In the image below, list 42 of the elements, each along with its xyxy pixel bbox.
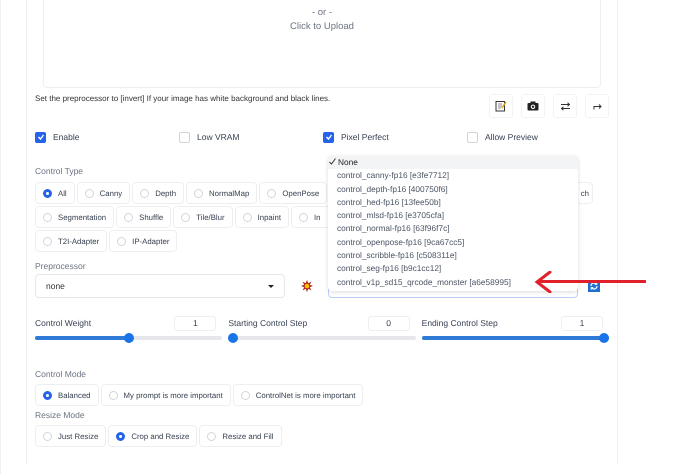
- notepad-icon: [495, 100, 507, 112]
- dropdown-option[interactable]: control_canny-fp16 [e3fe7712]: [328, 169, 578, 183]
- checkbox-label: Allow Preview: [485, 132, 538, 142]
- dropdown-option[interactable]: control_scribble-fp16 [c508311e]: [328, 249, 578, 262]
- number-field[interactable]: 1: [560, 316, 603, 330]
- checkbox-label: Pixel Perfect: [341, 132, 389, 142]
- slider[interactable]: [422, 333, 609, 343]
- caret-icon: [268, 284, 274, 288]
- upload-or-text: - or -: [312, 7, 332, 18]
- section-label: Control Mode: [35, 369, 86, 379]
- toolbar-button[interactable]: [489, 94, 513, 118]
- section-label: Preprocessor: [35, 261, 86, 271]
- slider-label: Ending Control Step: [422, 318, 498, 328]
- slider[interactable]: [35, 333, 222, 343]
- checkbox-label: Enable: [53, 132, 80, 142]
- section-label: Resize Mode: [35, 410, 85, 420]
- dropdown-option[interactable]: control_depth-fp16 [400750f6]: [328, 182, 578, 196]
- slider[interactable]: [228, 333, 416, 343]
- dropdown-option[interactable]: None: [328, 156, 578, 170]
- upload-area[interactable]: - or - Click to Upload: [43, 0, 601, 88]
- checkbox[interactable]: [35, 132, 46, 142]
- swap-icon: [560, 102, 570, 110]
- slider-label: Control Weight: [35, 318, 92, 328]
- toolbar-button[interactable]: [553, 94, 577, 118]
- checkbox[interactable]: [323, 132, 334, 142]
- slider-label: Starting Control Step: [228, 318, 308, 328]
- dropdown-option[interactable]: control_v1p_sd15_qrcode_monster [a6e58995]: [328, 276, 578, 289]
- check-icon: [329, 158, 336, 165]
- checkbox-label: Low VRAM: [197, 132, 240, 142]
- dropdown-option[interactable]: control_openpose-fp16 [9ca67cc5]: [328, 236, 578, 250]
- dropdown-option[interactable]: control_seg-fp16 [b9c1cc12]: [328, 262, 578, 276]
- number-field[interactable]: 0: [368, 316, 410, 330]
- number-field[interactable]: 1: [174, 316, 216, 330]
- section-label: Control Type: [35, 166, 84, 176]
- preprocessor-select[interactable]: none: [35, 274, 285, 298]
- toolbar-button[interactable]: [521, 94, 545, 118]
- camera-icon: [527, 101, 539, 111]
- corner-arrow-icon: [592, 102, 602, 110]
- upload-prompt: Click to Upload: [290, 21, 354, 32]
- explosion-icon[interactable]: [300, 280, 312, 292]
- toolbar-button[interactable]: [585, 94, 609, 118]
- hint-text: Set the preprocessor to [invert] If your image has white background and black lines.: [35, 94, 330, 103]
